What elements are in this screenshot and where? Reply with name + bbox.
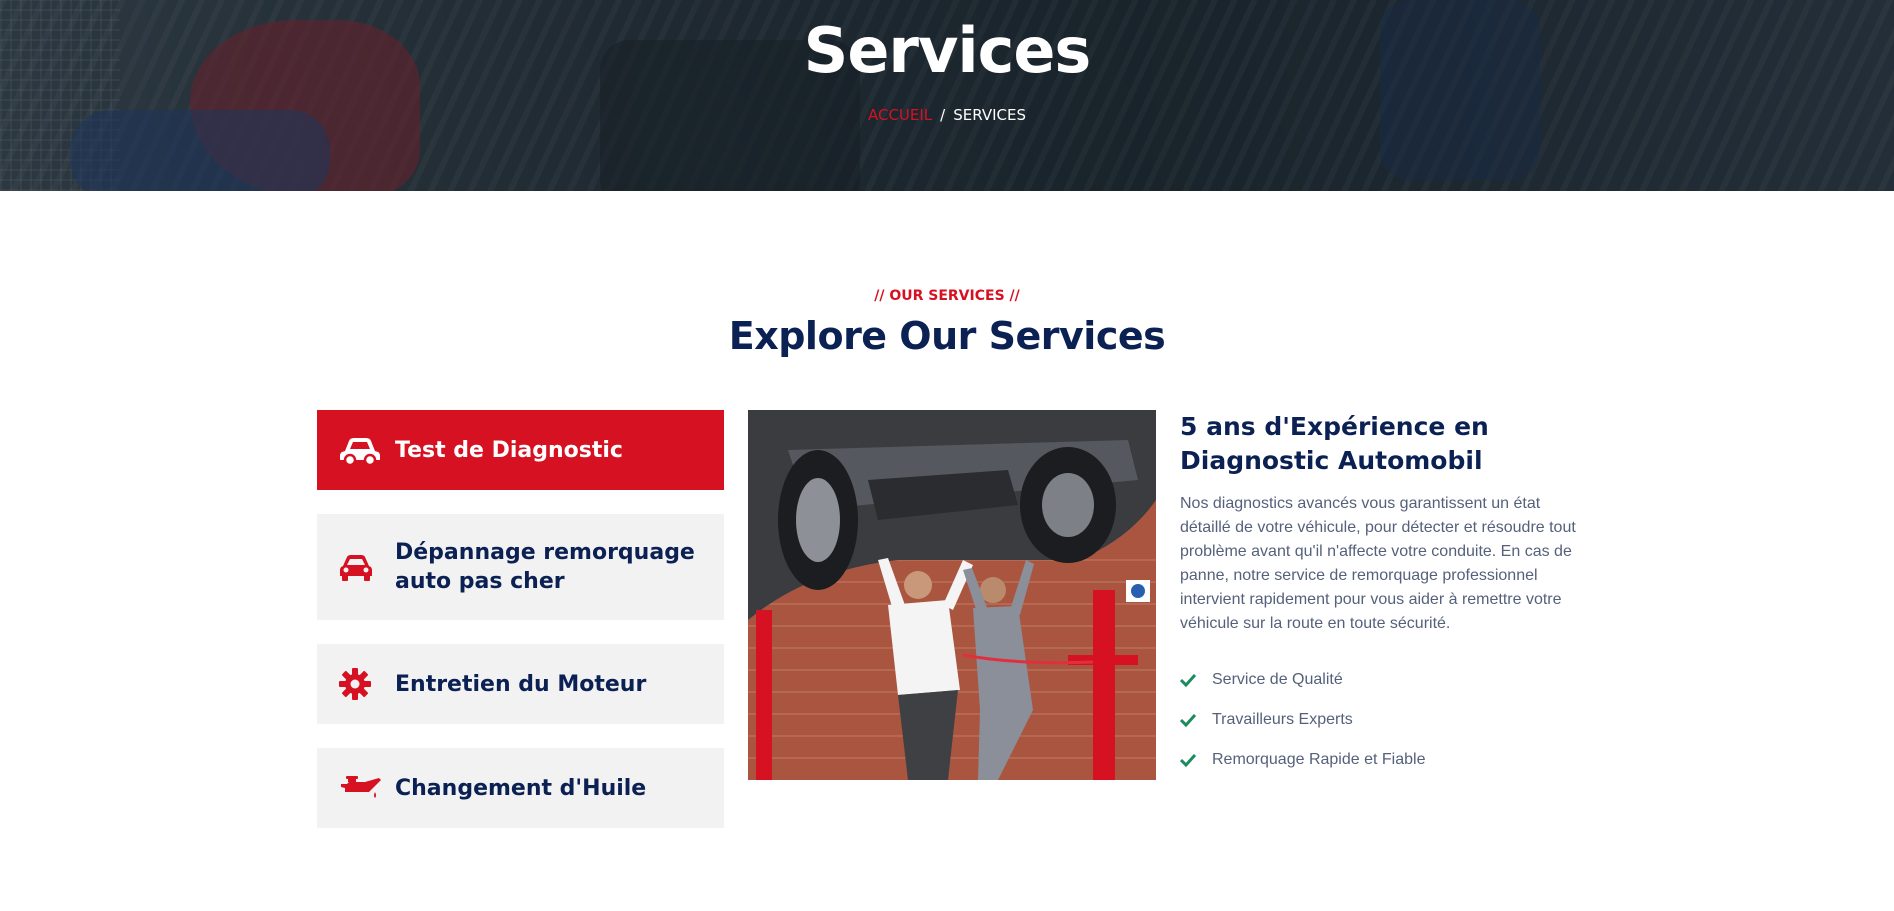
service-item-label: Changement d'Huile — [395, 775, 647, 801]
checklist-item: Travailleurs Experts — [1180, 700, 1425, 740]
section-eyebrow: // OUR SERVICES // — [874, 288, 1020, 304]
service-item-label: Test de Diagnostic — [395, 437, 623, 463]
car-icon — [339, 433, 383, 467]
breadcrumb: ACCUEIL / SERVICES — [0, 106, 1894, 124]
service-item-entretien-du-moteur[interactable]: Entretien du Moteur — [317, 644, 724, 724]
service-item-test-de-diagnostic[interactable]: Test de Diagnostic — [317, 410, 724, 490]
breadcrumb-home-link[interactable]: ACCUEIL — [868, 106, 932, 124]
section-title: Explore Our Services — [728, 314, 1166, 358]
checklist-item: Remorquage Rapide et Fiable — [1180, 740, 1425, 780]
service-item-label: Entretien du Moteur — [395, 671, 647, 697]
checklist-item-label: Travailleurs Experts — [1212, 711, 1353, 728]
page-title: Services — [803, 14, 1092, 87]
service-photo-mechanics-under-car — [748, 410, 1156, 780]
breadcrumb-current: SERVICES — [953, 106, 1026, 124]
check-icon — [1180, 710, 1200, 730]
check-icon — [1180, 670, 1200, 690]
service-item-label: Dépannage remorquage auto pas cher — [395, 540, 695, 594]
breadcrumb-separator: / — [940, 106, 946, 124]
service-item-changement-d-huile[interactable]: Changement d'Huile — [317, 748, 724, 828]
feature-checklist: Service de Qualité Travailleurs Experts … — [1180, 660, 1425, 780]
service-detail-description: Nos diagnostics avancés vous garantissen… — [1180, 495, 1576, 632]
checklist-item-label: Remorquage Rapide et Fiable — [1212, 751, 1426, 768]
service-item-depannage-remorquage[interactable]: Dépannage remorquage auto pas cher — [317, 514, 724, 620]
gear-icon — [339, 667, 383, 701]
check-icon — [1180, 750, 1200, 770]
checklist-item-label: Service de Qualité — [1212, 671, 1343, 688]
oil-can-icon — [339, 771, 383, 805]
car-front-icon — [339, 550, 383, 584]
service-detail-title: 5 ans d'Expérience en Diagnostic Automob… — [1180, 412, 1489, 475]
checklist-item: Service de Qualité — [1180, 660, 1425, 700]
